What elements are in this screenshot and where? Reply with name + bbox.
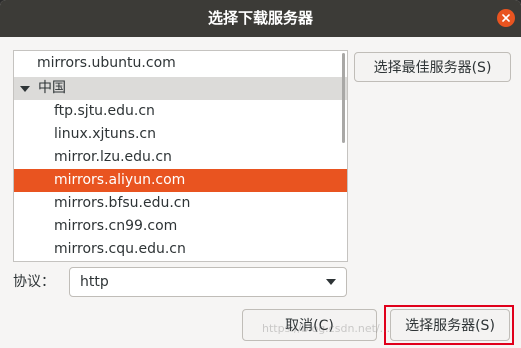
protocol-value: http xyxy=(80,274,109,290)
list-item-label: mirrors.aliyun.com xyxy=(54,172,186,188)
server-list[interactable]: mirrors.ubuntu.com 中国 ftp.sjtu.edu.cn li… xyxy=(13,50,348,262)
list-item[interactable]: mirrors.bfsu.edu.cn xyxy=(14,192,347,215)
protocol-label: 协议： xyxy=(13,274,55,290)
list-item[interactable]: ftp.sjtu.edu.cn xyxy=(14,100,347,123)
group-label: 中国 xyxy=(38,80,66,96)
dialog-window: 选择下载服务器 mirrors.ubuntu.com 中国 ftp.sjtu.e… xyxy=(0,0,521,348)
list-item[interactable]: mirrors.cn99.com xyxy=(14,215,347,238)
protocol-select[interactable]: http xyxy=(69,267,347,297)
close-icon xyxy=(502,14,510,22)
title-bar: 选择下载服务器 xyxy=(0,0,521,37)
list-item-label: mirrors.ubuntu.com xyxy=(37,55,176,71)
select-best-server-button[interactable]: 选择最佳服务器(S) xyxy=(354,52,511,82)
group-row-china[interactable]: 中国 xyxy=(14,77,347,100)
list-item-label: mirrors.bfsu.edu.cn xyxy=(54,195,191,211)
triangle-down-icon[interactable] xyxy=(20,86,30,92)
list-item-label: mirrors.cn99.com xyxy=(54,218,178,234)
list-item[interactable]: linux.xjtuns.cn xyxy=(14,123,347,146)
close-button[interactable] xyxy=(497,9,515,27)
list-item-label: ftp.sjtu.edu.cn xyxy=(54,103,155,119)
list-item-label: mirrors.cqu.edu.cn xyxy=(54,241,186,257)
list-scrollbar[interactable] xyxy=(342,53,345,143)
list-item[interactable]: mirrors.cqu.edu.cn xyxy=(14,238,347,261)
list-item-label: mirror.lzu.edu.cn xyxy=(54,149,172,165)
cancel-button[interactable]: 取消(C) xyxy=(242,309,377,341)
highlight-box xyxy=(384,305,514,345)
list-item[interactable]: mirror.lzu.edu.cn xyxy=(14,146,347,169)
dialog-title: 选择下载服务器 xyxy=(207,9,313,27)
chevron-down-icon xyxy=(326,279,336,285)
list-item-top[interactable]: mirrors.ubuntu.com xyxy=(14,52,347,75)
list-item-label: linux.xjtuns.cn xyxy=(54,126,156,142)
list-item-selected[interactable]: mirrors.aliyun.com xyxy=(14,169,347,192)
